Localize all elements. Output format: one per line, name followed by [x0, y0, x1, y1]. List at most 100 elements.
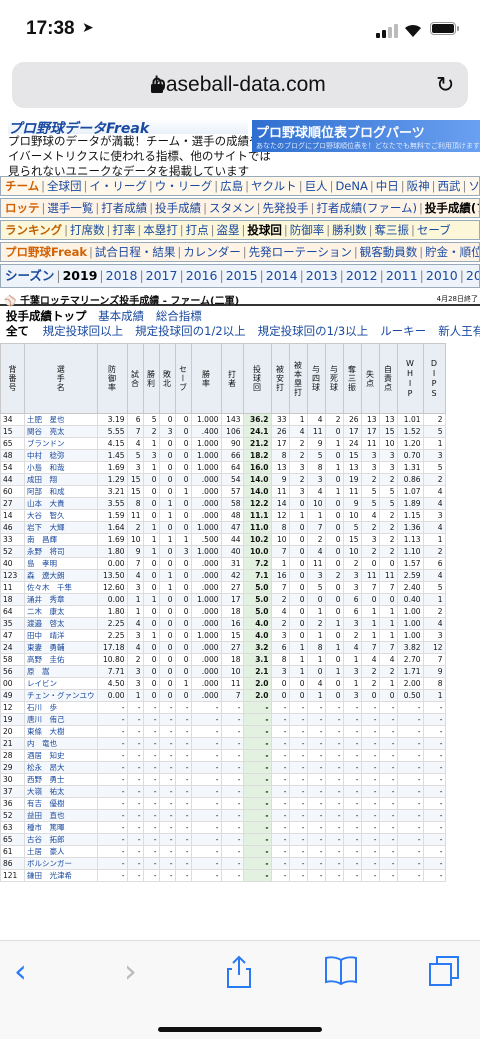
player-name-link[interactable]: チェン・グァンユウ	[24, 689, 98, 702]
nav-link[interactable]: スタメン	[209, 201, 255, 215]
player-name-link[interactable]: 関谷 亮太	[24, 425, 98, 438]
ad-banner[interactable]: プロ野球順位表ブログパーツ あなたのブログにプロ野球順位表を！どなたでも無料でご利…	[252, 120, 480, 152]
player-name-link[interactable]: 酒居 知史	[24, 749, 98, 762]
player-name-link[interactable]: レイビン	[24, 677, 98, 690]
nav-link[interactable]: 投球回	[247, 223, 282, 237]
nav-link[interactable]: イ・リーグ	[89, 179, 147, 193]
column-header[interactable]: 被本塁打	[288, 343, 308, 414]
player-name-link[interactable]: 土肥 星也	[24, 413, 98, 426]
column-header[interactable]: 打者	[220, 343, 244, 414]
nav-link[interactable]: 広島	[220, 179, 243, 193]
player-name-link[interactable]: 南 昌輝	[24, 533, 98, 546]
player-name-link[interactable]: 田中 靖洋	[24, 629, 98, 642]
column-header[interactable]: 選手名	[24, 343, 98, 414]
player-name-link[interactable]: 島 孝明	[24, 557, 98, 570]
column-header[interactable]: 自責点	[378, 343, 398, 414]
nav-link[interactable]: 打点	[186, 223, 209, 237]
nav-link[interactable]: 2011	[386, 268, 418, 283]
filter-rookie[interactable]: ルーキー	[380, 324, 426, 338]
forward-icon[interactable]: ›	[124, 955, 137, 987]
nav-link[interactable]: ソフトバンク	[468, 179, 479, 193]
nav-link[interactable]: セーブ	[417, 223, 451, 237]
nav-link[interactable]: ウ・リーグ	[155, 179, 213, 193]
nav-link[interactable]: 2017	[146, 268, 178, 283]
nav-link[interactable]: 2009	[466, 268, 479, 283]
nav-link[interactable]: 打者成績(ファーム)	[316, 201, 417, 215]
nav-link[interactable]: 先発ローテーション	[249, 245, 352, 259]
column-header[interactable]: WHIP	[396, 343, 424, 414]
column-header[interactable]: 背番号	[0, 343, 25, 414]
column-header[interactable]: 失点	[360, 343, 380, 414]
nav-link[interactable]: 阪神	[407, 179, 430, 193]
player-name-link[interactable]: 小島 和哉	[24, 461, 98, 474]
reload-icon[interactable]: ↻	[436, 73, 454, 98]
column-header[interactable]: 防御率	[96, 343, 128, 414]
nav-link[interactable]: 投手成績	[155, 201, 201, 215]
nav-link[interactable]: 投手成績(ファーム)	[425, 201, 479, 215]
column-header[interactable]: 勝率	[190, 343, 222, 414]
nav-link[interactable]: 2010	[426, 268, 458, 283]
column-header[interactable]: 投球回	[242, 343, 272, 414]
nav-link[interactable]: DeNA	[335, 179, 367, 193]
player-name-link[interactable]: 成田 翔	[24, 473, 98, 486]
nav-link[interactable]: 試合日程・結果	[95, 245, 176, 259]
player-name-link[interactable]: 種市 篤暉	[24, 821, 98, 834]
column-header[interactable]: セーブ	[174, 343, 192, 414]
nav-link[interactable]: ヤクルト	[251, 179, 297, 193]
tab-overall[interactable]: 総合指標	[156, 309, 202, 323]
site-logo[interactable]: プロ野球データFreak	[8, 118, 248, 134]
player-name-link[interactable]: 永野 将司	[24, 545, 98, 558]
player-name-link[interactable]: 益田 直也	[24, 809, 98, 822]
nav-link[interactable]: カレンダー	[183, 245, 241, 259]
player-name-link[interactable]: 中村 稔弥	[24, 449, 98, 462]
filter-qualified[interactable]: 規定投球回以上	[43, 324, 124, 338]
player-name-link[interactable]: 松永 昂大	[24, 761, 98, 774]
player-name-link[interactable]: 石川 歩	[24, 701, 98, 714]
nav-link[interactable]: 盗塁	[217, 223, 240, 237]
player-name-link[interactable]: 鎌田 光津希	[24, 869, 98, 882]
bookmarks-icon[interactable]	[324, 955, 358, 985]
nav-link[interactable]: 本塁打	[143, 223, 178, 237]
player-name-link[interactable]: 佐々木 千隼	[24, 581, 98, 594]
share-icon[interactable]	[226, 955, 252, 989]
player-name-link[interactable]: 二木 康太	[24, 605, 98, 618]
nav-link[interactable]: 2019	[63, 268, 98, 283]
nav-link[interactable]: 2014	[266, 268, 298, 283]
player-name-link[interactable]: 唐川 侑己	[24, 713, 98, 726]
filter-all[interactable]: 全て	[6, 324, 29, 338]
player-name-link[interactable]: 土居 豪人	[24, 845, 98, 858]
column-header[interactable]: 与死球	[324, 343, 344, 414]
column-header[interactable]: 奪三振	[342, 343, 362, 414]
player-name-link[interactable]: 有吉 優樹	[24, 797, 98, 810]
player-name-link[interactable]: ブランドン	[24, 437, 98, 450]
player-name-link[interactable]: 山本 大貴	[24, 497, 98, 510]
player-name-link[interactable]: 森 遼大朗	[24, 569, 98, 582]
column-header[interactable]: 敗北	[158, 343, 176, 414]
player-name-link[interactable]: 原 嵩	[24, 665, 98, 678]
player-name-link[interactable]: 大谷 智久	[24, 509, 98, 522]
player-name-link[interactable]: ボルシンガー	[24, 857, 98, 870]
column-header[interactable]: 勝利	[142, 343, 160, 414]
player-name-link[interactable]: 古谷 拓郎	[24, 833, 98, 846]
nav-link[interactable]: 2012	[346, 268, 378, 283]
filter-third[interactable]: 規定投球回の1/3以上	[258, 324, 369, 338]
nav-link[interactable]: 選手一覧	[47, 201, 93, 215]
nav-link[interactable]: 打率	[112, 223, 135, 237]
player-name-link[interactable]: 大嶺 祐太	[24, 785, 98, 798]
nav-link[interactable]: 奪三振	[375, 223, 410, 237]
player-name-link[interactable]: 内 竜也	[24, 737, 98, 750]
nav-link[interactable]: 勝利数	[332, 223, 367, 237]
nav-link[interactable]: 2015	[226, 268, 258, 283]
column-header[interactable]: 試合	[126, 343, 144, 414]
nav-link[interactable]: 先発投手	[263, 201, 309, 215]
filter-half[interactable]: 規定投球回の1/2以上	[135, 324, 246, 338]
nav-link[interactable]: 中日	[376, 179, 399, 193]
tab-basic[interactable]: 基本成績	[98, 309, 144, 323]
nav-link[interactable]: 西武	[437, 179, 460, 193]
nav-link[interactable]: 防御率	[290, 223, 325, 237]
player-name-link[interactable]: 高野 圭佑	[24, 653, 98, 666]
player-name-link[interactable]: 岩下 大輝	[24, 521, 98, 534]
column-header[interactable]: 与四球	[306, 343, 326, 414]
nav-link[interactable]: 観客動員数	[360, 245, 418, 259]
nav-link[interactable]: 2013	[306, 268, 338, 283]
